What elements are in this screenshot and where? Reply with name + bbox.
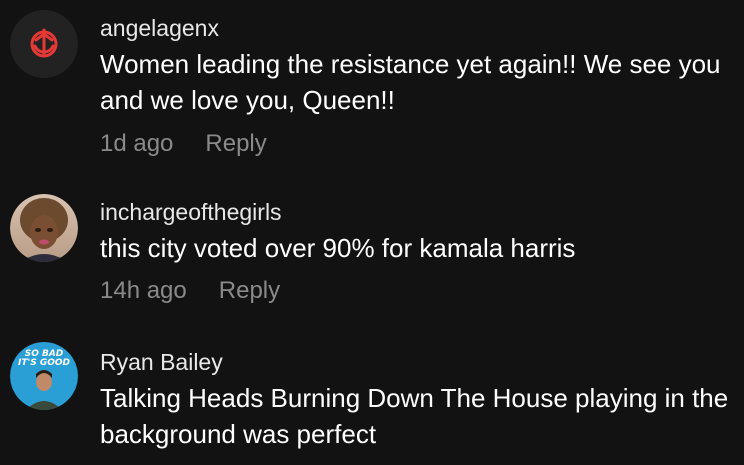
comment-body: inchargeofthegirls this city voted over … <box>100 198 736 266</box>
comment-meta: 14h ago Reply <box>100 277 280 305</box>
comment-item: angelagenx Women leading the resistance … <box>0 0 744 170</box>
comment-text: Talking Heads Burning Down The House pla… <box>100 383 729 449</box>
avatar[interactable] <box>10 10 78 78</box>
svg-text:IT'S GOOD: IT'S GOOD <box>18 358 71 368</box>
avatar[interactable]: SO BAD IT'S GOOD <box>10 342 78 410</box>
reply-button[interactable]: Reply <box>205 130 266 158</box>
comment-meta: 1d ago Reply <box>100 130 267 158</box>
comment-text: Women leading the resistance yet again!!… <box>100 49 721 115</box>
comment-username[interactable]: Ryan Bailey <box>100 348 736 376</box>
comment-item: SO BAD IT'S GOOD Ryan Bailey Talking Hea… <box>0 330 744 465</box>
comment-username[interactable]: angelagenx <box>100 14 736 42</box>
reply-button[interactable]: Reply <box>219 277 280 305</box>
comment-item: inchargeofthegirls this city voted over … <box>0 180 744 310</box>
profile-photo-icon <box>10 194 78 262</box>
rebel-alliance-icon <box>10 10 78 78</box>
comment-text: this city voted over 90% for kamala harr… <box>100 233 576 263</box>
comment-body: angelagenx Women leading the resistance … <box>100 14 736 118</box>
comment-timestamp: 14h ago <box>100 277 187 304</box>
comment-username[interactable]: inchargeofthegirls <box>100 198 736 226</box>
comment-timestamp: 1d ago <box>100 130 174 157</box>
comment-body: Ryan Bailey Talking Heads Burning Down T… <box>100 348 736 452</box>
podcast-logo-icon: SO BAD IT'S GOOD <box>10 342 78 410</box>
avatar[interactable] <box>10 194 78 262</box>
